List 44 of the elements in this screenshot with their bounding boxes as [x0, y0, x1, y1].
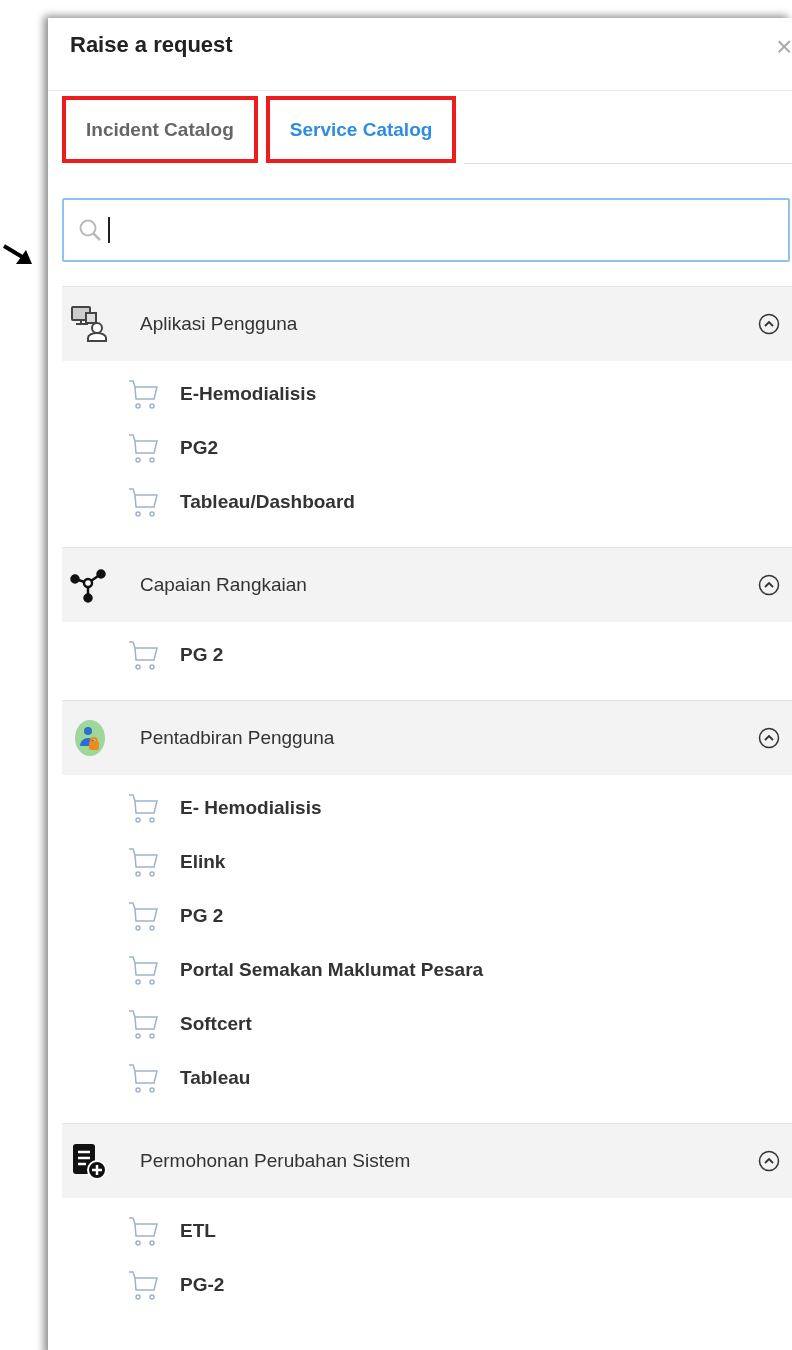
category-name: Pentadbiran Pengguna [140, 727, 336, 749]
catalog-item[interactable]: Elink [180, 851, 226, 873]
cart-icon [126, 377, 160, 411]
collapse-icon[interactable] [758, 313, 780, 335]
catalog-item[interactable]: PG 2 [180, 905, 224, 927]
cart-icon [126, 431, 160, 465]
tab[interactable]: Incident Catalog [62, 96, 258, 163]
document-add-icon [70, 1141, 110, 1181]
category-header[interactable]: Aplikasi Pengguna [62, 287, 792, 361]
catalog-item[interactable]: Portal Semakan Maklumat Pesara [180, 959, 484, 981]
collapse-icon[interactable] [758, 574, 780, 596]
tab[interactable]: Service Catalog [265, 96, 457, 163]
cart-icon [126, 1214, 160, 1248]
catalog-item[interactable]: PG2 [180, 437, 219, 459]
catalog-item[interactable]: Softcert [180, 1013, 252, 1035]
dialog-title: Raise a request [70, 32, 233, 58]
search-icon [78, 218, 102, 242]
cart-icon [126, 953, 160, 987]
collapse-icon[interactable] [758, 1150, 780, 1172]
collapse-icon[interactable] [758, 727, 780, 749]
category-header[interactable]: Permohonan Perubahan Sistem [62, 1124, 792, 1198]
catalog-item[interactable]: E-Hemodialisis [180, 383, 317, 405]
cart-icon [126, 899, 160, 933]
cart-icon [126, 485, 160, 519]
cart-icon [126, 791, 160, 825]
catalog-item[interactable]: Tableau/Dashboard [180, 491, 355, 513]
cart-icon [126, 638, 160, 672]
text-cursor [108, 217, 110, 243]
category-name: Permohonan Perubahan Sistem [140, 1150, 412, 1172]
cart-icon [126, 1007, 160, 1041]
search-field[interactable] [62, 198, 790, 262]
catalog-item[interactable]: Tableau [180, 1067, 251, 1089]
cart-icon [126, 1268, 160, 1302]
category-header[interactable]: Capaian Rangkaian [62, 548, 792, 622]
computer-user-icon [70, 304, 110, 344]
catalog-item[interactable]: ETL [180, 1220, 216, 1242]
category-header[interactable]: Pentadbiran Pengguna [62, 701, 792, 775]
catalog-item[interactable]: E- Hemodialisis [180, 797, 322, 819]
category-name: Capaian Rangkaian [140, 574, 308, 596]
catalog-item[interactable]: PG-2 [180, 1274, 225, 1296]
cart-icon [126, 1061, 160, 1095]
cart-icon [126, 845, 160, 879]
catalog-item[interactable]: PG 2 [180, 644, 224, 666]
category-name: Aplikasi Pengguna [140, 313, 299, 335]
